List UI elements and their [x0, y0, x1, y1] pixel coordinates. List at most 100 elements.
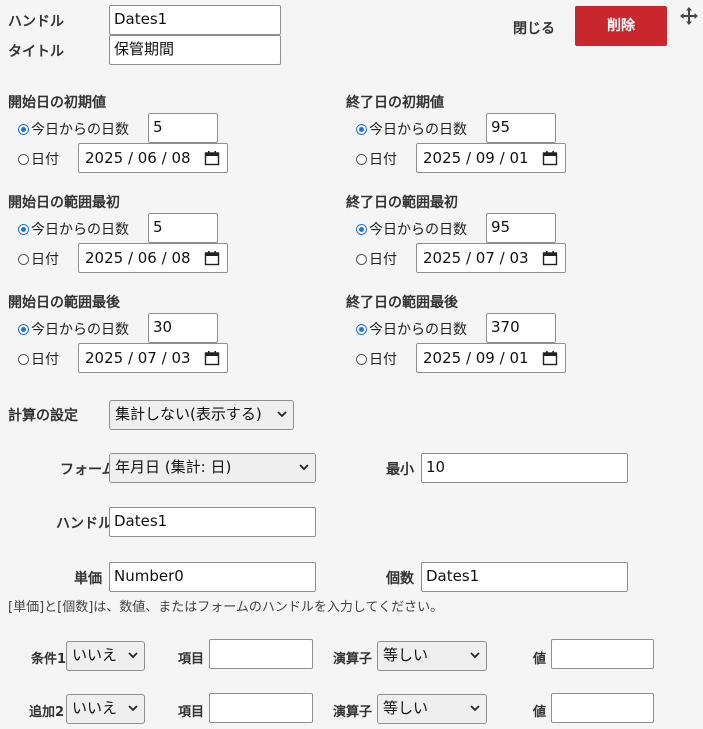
end-initial-date-input[interactable]: 2025 / 09 / 01 [416, 143, 566, 173]
start-initial-title: 開始日の初期値 [8, 95, 106, 111]
count-label: 個数 [386, 571, 414, 587]
radio-label: 今日からの日数 [369, 122, 467, 138]
condition-1-item-input[interactable] [209, 639, 313, 669]
end-range-first-days-radio[interactable]: 今日からの日数 [356, 219, 467, 239]
end-range-first-date-radio[interactable]: 日付 [356, 249, 397, 269]
start-range-first-days-radio[interactable]: 今日からの日数 [18, 219, 129, 239]
unit-price-input[interactable]: Number0 [109, 562, 316, 592]
radio-selected[interactable] [18, 123, 29, 135]
hint-text: [単価]と[個数]は、数値、またはフォームのハンドルを入力してください。 [8, 600, 444, 615]
end-range-last-days-input[interactable]: 370 [486, 313, 556, 343]
condition-2-value-label: 値 [533, 705, 547, 720]
unit-price-label: 単価 [74, 571, 102, 587]
end-range-first-days-input[interactable]: 95 [486, 213, 556, 243]
move-arrows-icon[interactable] [679, 6, 699, 26]
radio-unselected[interactable] [356, 253, 367, 265]
date-value: 2025 / 07 / 03 [85, 349, 191, 367]
start-range-first-date-input[interactable]: 2025 / 06 / 08 [78, 243, 228, 273]
select-value: 等しい [383, 699, 429, 717]
radio-selected[interactable] [356, 123, 367, 135]
radio-label: 今日からの日数 [31, 322, 129, 338]
start-range-first-title: 開始日の範囲最初 [8, 195, 120, 211]
date-value: 2025 / 09 / 01 [423, 149, 529, 167]
radio-unselected[interactable] [18, 353, 29, 365]
select-value: いいえ [72, 646, 118, 664]
form-select[interactable]: 年月日 (集計: 日) [109, 453, 316, 483]
radio-label: 日付 [31, 252, 59, 268]
calendar-icon[interactable] [542, 150, 558, 166]
start-range-last-title: 開始日の範囲最後 [8, 295, 120, 311]
radio-selected[interactable] [18, 323, 29, 335]
condition-1-operator-select[interactable]: 等しい [377, 641, 487, 671]
title-input[interactable]: 保管期間 [109, 35, 281, 65]
condition-2-operator-label: 演算子 [333, 705, 373, 720]
date-value: 2025 / 06 / 08 [85, 149, 191, 167]
condition-2-item-input[interactable] [209, 693, 313, 723]
condition-1-choice-select[interactable]: いいえ [66, 641, 145, 671]
start-range-first-days-input[interactable]: 5 [148, 213, 218, 243]
end-range-first-date-input[interactable]: 2025 / 07 / 03 [416, 243, 566, 273]
chevron-down-icon [470, 651, 480, 659]
end-initial-title: 終了日の初期値 [346, 95, 444, 111]
radio-label: 日付 [369, 352, 397, 368]
calendar-icon[interactable] [204, 150, 220, 166]
start-initial-date-input[interactable]: 2025 / 06 / 08 [78, 143, 228, 173]
end-initial-date-radio[interactable]: 日付 [356, 149, 397, 169]
radio-selected[interactable] [356, 223, 367, 235]
start-range-last-date-radio[interactable]: 日付 [18, 349, 59, 369]
start-range-last-days-input[interactable]: 30 [148, 313, 218, 343]
end-initial-days-input[interactable]: 95 [486, 113, 556, 143]
start-range-first-date-radio[interactable]: 日付 [18, 249, 59, 269]
date-value: 2025 / 06 / 08 [85, 249, 191, 267]
radio-label: 今日からの日数 [31, 222, 129, 238]
select-value: 集計しない(表示する) [115, 405, 262, 423]
condition-2-label: 追加2 [29, 705, 65, 720]
radio-label: 今日からの日数 [369, 322, 467, 338]
start-range-last-date-input[interactable]: 2025 / 07 / 03 [78, 343, 228, 373]
calc-settings-select[interactable]: 集計しない(表示する) [109, 400, 294, 430]
select-value: 等しい [383, 646, 429, 664]
calendar-icon[interactable] [204, 250, 220, 266]
form-handle-input[interactable]: Dates1 [109, 507, 316, 537]
chevron-down-icon [128, 704, 138, 712]
end-range-last-date-radio[interactable]: 日付 [356, 349, 397, 369]
count-input[interactable]: Dates1 [421, 562, 628, 592]
end-initial-days-radio[interactable]: 今日からの日数 [356, 119, 467, 139]
start-initial-days-input[interactable]: 5 [148, 113, 218, 143]
calendar-icon[interactable] [542, 250, 558, 266]
select-value: 年月日 (集計: 日) [115, 458, 232, 476]
end-range-last-date-input[interactable]: 2025 / 09 / 01 [416, 343, 566, 373]
condition-1-value-input[interactable] [551, 639, 654, 669]
condition-1-value-label: 値 [533, 652, 547, 667]
chevron-down-icon [128, 651, 138, 659]
radio-unselected[interactable] [356, 153, 367, 165]
min-label: 最小 [386, 462, 414, 478]
delete-button[interactable]: 削除 [575, 6, 667, 46]
min-input[interactable]: 10 [421, 453, 628, 483]
end-range-last-days-radio[interactable]: 今日からの日数 [356, 319, 467, 339]
condition-2-item-label: 項目 [178, 705, 205, 720]
radio-unselected[interactable] [356, 353, 367, 365]
condition-1-label: 条件1 [31, 652, 67, 667]
condition-2-value-input[interactable] [551, 693, 654, 723]
condition-2-operator-select[interactable]: 等しい [377, 694, 487, 724]
start-initial-days-radio[interactable]: 今日からの日数 [18, 119, 129, 139]
radio-unselected[interactable] [18, 153, 29, 165]
chevron-down-icon [470, 704, 480, 712]
radio-unselected[interactable] [18, 253, 29, 265]
radio-label: 日付 [31, 152, 59, 168]
chevron-down-icon [299, 463, 309, 471]
start-range-last-days-radio[interactable]: 今日からの日数 [18, 319, 129, 339]
radio-selected[interactable] [356, 323, 367, 335]
end-range-last-title: 終了日の範囲最後 [346, 295, 458, 311]
radio-label: 日付 [369, 152, 397, 168]
date-value: 2025 / 09 / 01 [423, 349, 529, 367]
calendar-icon[interactable] [542, 350, 558, 366]
handle-input[interactable]: Dates1 [109, 5, 281, 35]
condition-2-choice-select[interactable]: いいえ [66, 694, 145, 724]
calendar-icon[interactable] [204, 350, 220, 366]
radio-selected[interactable] [18, 223, 29, 235]
close-button[interactable]: 閉じる [513, 18, 555, 38]
start-initial-date-radio[interactable]: 日付 [18, 149, 59, 169]
title-label: タイトル [8, 44, 64, 60]
